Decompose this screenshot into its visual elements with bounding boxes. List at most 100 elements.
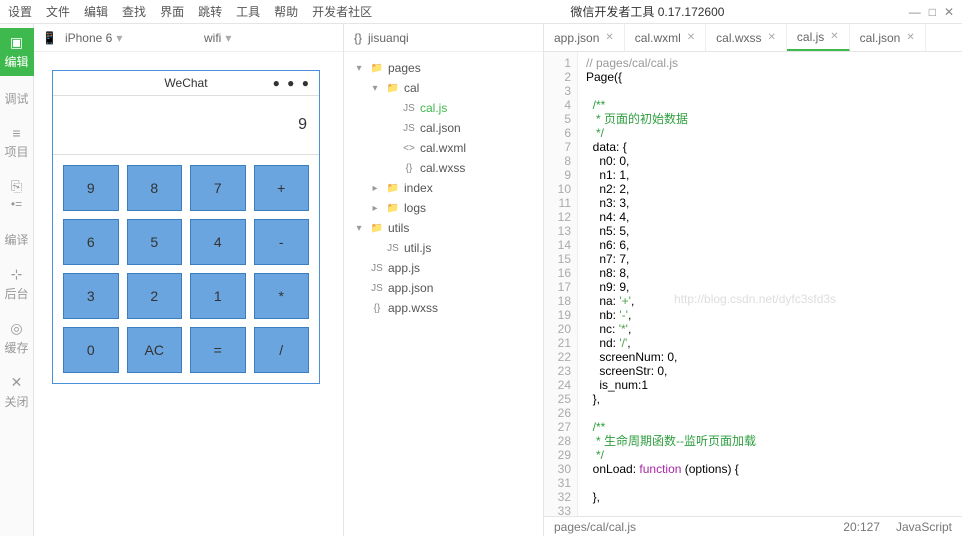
calc-key[interactable]: =: [190, 327, 246, 373]
calc-key[interactable]: 1: [190, 273, 246, 319]
expand-icon: ▸: [368, 203, 382, 214]
calc-key[interactable]: AC: [127, 327, 183, 373]
tree-node[interactable]: ▾📁utils: [344, 218, 543, 238]
calc-key[interactable]: /: [254, 327, 310, 373]
calc-key[interactable]: 6: [63, 219, 119, 265]
menu-item[interactable]: 跳转: [198, 5, 222, 19]
close-tab-icon[interactable]: ✕: [906, 32, 914, 43]
sidebar-icon: ◎: [10, 320, 22, 337]
tree-node[interactable]: JSapp.js: [344, 258, 543, 278]
menubar: 设置文件编辑查找界面跳转工具帮助开发者社区 微信开发者工具 0.17.17260…: [0, 0, 962, 24]
calc-key[interactable]: 3: [63, 273, 119, 319]
tree-node[interactable]: ▾📁cal: [344, 78, 543, 98]
window-title: 微信开发者工具 0.17.172600: [400, 3, 895, 20]
menu-item[interactable]: 界面: [160, 5, 184, 19]
sidebar-item[interactable]: 调试: [0, 82, 34, 113]
editor-tab[interactable]: cal.wxml✕: [625, 24, 706, 51]
phone-icon: 📱: [42, 31, 57, 45]
expand-icon: ▸: [368, 183, 382, 194]
sidebar-icon: ▣: [10, 34, 23, 51]
wechat-title: WeChat: [164, 76, 207, 90]
tree-node[interactable]: {}cal.wxss: [344, 158, 543, 178]
sidebar-icon: ≡: [12, 125, 20, 141]
expand-icon: ▾: [352, 223, 366, 234]
tree-node[interactable]: JScal.js: [344, 98, 543, 118]
menu-item[interactable]: 设置: [8, 5, 32, 19]
close-tab-icon[interactable]: ✕: [605, 32, 613, 43]
calc-key[interactable]: 7: [190, 165, 246, 211]
sidebar-item[interactable]: ≡项目: [0, 119, 34, 166]
calc-key[interactable]: 5: [127, 219, 183, 265]
menu-item[interactable]: 编辑: [84, 5, 108, 19]
sidebar-item[interactable]: 编译: [0, 223, 34, 254]
project-title: {} jisuanqi: [344, 24, 543, 52]
more-icon[interactable]: ● ● ●: [273, 76, 311, 90]
menu-item[interactable]: 查找: [122, 5, 146, 19]
editor-tab[interactable]: cal.wxss✕: [706, 24, 787, 51]
network-select[interactable]: wifi ▾: [204, 31, 335, 45]
status-pos: 20:127: [843, 520, 880, 534]
file-icon: JS: [370, 263, 384, 274]
calc-display: 9: [53, 95, 319, 155]
braces-icon: {}: [354, 31, 362, 45]
tree-node[interactable]: {}app.wxss: [344, 298, 543, 318]
sidebar-item[interactable]: ✕关闭: [0, 368, 34, 416]
sidebar-item[interactable]: ⎘•=: [0, 172, 34, 217]
file-icon: JS: [402, 123, 416, 134]
tree-node[interactable]: JSapp.json: [344, 278, 543, 298]
close-tab-icon[interactable]: ✕: [687, 32, 695, 43]
status-lang: JavaScript: [896, 520, 952, 534]
file-icon: <>: [402, 143, 416, 154]
calc-key[interactable]: *: [254, 273, 310, 319]
sidebar-item[interactable]: ⊹后台: [0, 260, 34, 308]
tree-node[interactable]: JScal.json: [344, 118, 543, 138]
calc-key[interactable]: -: [254, 219, 310, 265]
editor-tabs: app.json✕cal.wxml✕cal.wxss✕cal.js✕cal.js…: [544, 24, 962, 52]
menu-item[interactable]: 开发者社区: [312, 5, 372, 19]
file-icon: 📁: [386, 183, 400, 194]
file-icon: 📁: [386, 203, 400, 214]
editor-panel: app.json✕cal.wxml✕cal.wxss✕cal.js✕cal.js…: [544, 24, 962, 536]
sidebar-item[interactable]: ◎缓存: [0, 314, 34, 362]
close-tab-icon[interactable]: ✕: [830, 31, 838, 42]
calc-key[interactable]: 2: [127, 273, 183, 319]
device-select[interactable]: iPhone 6 ▾: [65, 31, 196, 45]
expand-icon: ▾: [368, 83, 382, 94]
sidebar-icon: ⊹: [11, 266, 23, 283]
sidebar-item[interactable]: ▣编辑: [0, 28, 34, 76]
chevron-down-icon: ▾: [225, 31, 231, 45]
tree-node[interactable]: ▸📁index: [344, 178, 543, 198]
chevron-down-icon: ▾: [116, 31, 122, 45]
file-icon: {}: [402, 163, 416, 174]
tree-node[interactable]: JSutil.js: [344, 238, 543, 258]
minimize-icon[interactable]: —: [909, 5, 921, 19]
sidebar-icon: ✕: [11, 374, 23, 391]
file-icon: 📁: [370, 63, 384, 74]
menu-item[interactable]: 帮助: [274, 5, 298, 19]
editor-tab[interactable]: app.json✕: [544, 24, 625, 51]
tree-node[interactable]: <>cal.wxml: [344, 138, 543, 158]
file-icon: JS: [386, 243, 400, 254]
calc-key[interactable]: 0: [63, 327, 119, 373]
file-icon: 📁: [386, 83, 400, 94]
tree-node[interactable]: ▾📁pages: [344, 58, 543, 78]
menu-item[interactable]: 文件: [46, 5, 70, 19]
calc-key[interactable]: +: [254, 165, 310, 211]
phone-preview: WeChat ● ● ● 9 987+654-321*0AC=/: [52, 70, 320, 384]
file-tree-panel: {} jisuanqi ▾📁pages▾📁calJScal.jsJScal.js…: [344, 24, 544, 536]
editor-tab[interactable]: cal.js✕: [787, 24, 850, 51]
close-tab-icon[interactable]: ✕: [768, 32, 776, 43]
menu-item[interactable]: 工具: [236, 5, 260, 19]
calc-key[interactable]: 8: [127, 165, 183, 211]
left-sidebar: ▣编辑调试 ≡项目 ⎘•= 编译 ⊹后台 ◎缓存 ✕关闭: [0, 24, 34, 536]
editor-tab[interactable]: cal.json✕: [850, 24, 926, 51]
calc-key[interactable]: 9: [63, 165, 119, 211]
status-path: pages/cal/cal.js: [554, 520, 636, 534]
close-icon[interactable]: ✕: [944, 5, 954, 19]
maximize-icon[interactable]: □: [929, 5, 936, 19]
simulator-panel: 📱 iPhone 6 ▾ wifi ▾ WeChat ● ● ● 9 987+6…: [34, 24, 344, 536]
code-area[interactable]: 1234567891011121314151617181920212223242…: [544, 52, 962, 516]
tree-node[interactable]: ▸📁logs: [344, 198, 543, 218]
calc-key[interactable]: 4: [190, 219, 246, 265]
sidebar-icon: ⎘: [11, 178, 22, 195]
